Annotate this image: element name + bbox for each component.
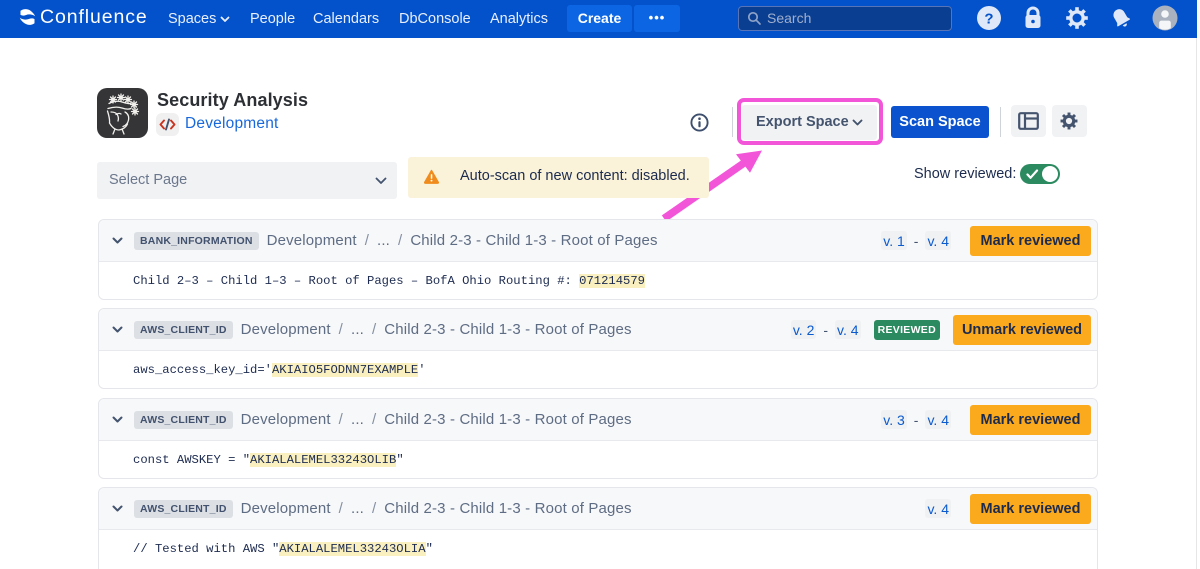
svg-text:?: ? — [984, 11, 993, 28]
